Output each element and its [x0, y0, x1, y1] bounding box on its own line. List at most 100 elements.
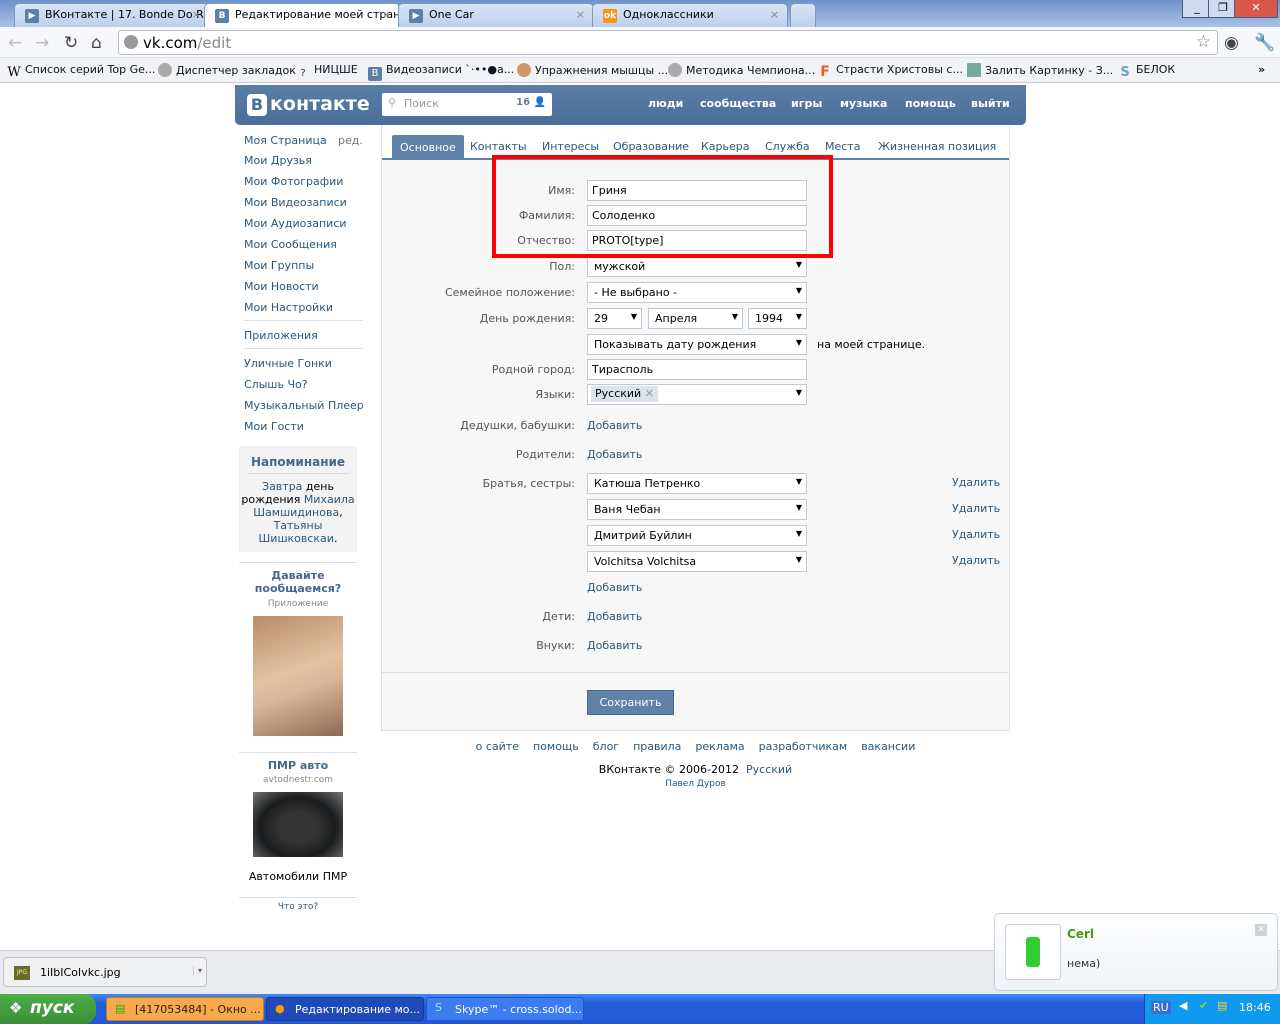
sidebar-app[interactable]: Музыкальный Плеер: [244, 399, 364, 412]
extension-icon[interactable]: ◉: [1224, 33, 1239, 53]
download-item[interactable]: JPG 1iIbICoIvkc.jpg ▾: [3, 957, 207, 987]
sidebar-item-friends[interactable]: Мои Друзья: [244, 154, 312, 167]
close-icon[interactable]: ×: [192, 8, 201, 21]
home-icon[interactable]: ⌂: [91, 33, 102, 53]
close-icon[interactable]: ✕: [1255, 924, 1267, 936]
add-child-link[interactable]: Добавить: [587, 610, 642, 623]
save-button[interactable]: Сохранить: [587, 690, 674, 715]
bookmark[interactable]: Упражнения мышцы ...: [517, 63, 668, 77]
windows-logo-icon: ❖: [9, 999, 23, 1017]
remove-icon[interactable]: ✕: [645, 387, 654, 400]
add-sibling-link[interactable]: Добавить: [587, 581, 642, 594]
bookmark[interactable]: S БЕЛОК: [1118, 63, 1175, 80]
address-bar[interactable]: vk.com/edit ☆: [118, 30, 1218, 55]
wrench-icon[interactable]: 🔧: [1254, 33, 1275, 53]
sidebar-item-news[interactable]: Мои Новости: [244, 280, 319, 293]
birth-month-select[interactable]: Апреля: [648, 308, 743, 329]
browser-tab[interactable]: ▶ One Car ×: [398, 3, 594, 27]
sibling-select[interactable]: Дмитрий Буйлин: [587, 525, 807, 546]
remove-sibling-link[interactable]: Удалить: [952, 502, 1000, 515]
birth-day-select[interactable]: 29: [587, 308, 642, 329]
hometown-input[interactable]: Тирасполь: [587, 359, 807, 380]
taskbar-item[interactable]: ▤ [417053484] - Окно ...: [106, 997, 264, 1021]
taskbar-item[interactable]: ● Редактирование мо...: [266, 997, 424, 1021]
close-icon[interactable]: ×: [770, 8, 779, 21]
tab-contacts[interactable]: Контакты: [470, 140, 527, 153]
reload-icon[interactable]: ↻: [64, 33, 78, 53]
nav-games[interactable]: игры: [791, 97, 822, 110]
sibling-select[interactable]: Катюша Петренко: [587, 473, 807, 494]
sidebar-app[interactable]: Мои Гости: [244, 420, 304, 433]
sidebar-item-photos[interactable]: Мои Фотографии: [244, 175, 343, 188]
browser-tab-active[interactable]: B Редактирование моей страни ×: [204, 3, 400, 27]
tab-education[interactable]: Образование: [613, 140, 689, 153]
nav-music[interactable]: музыка: [840, 97, 887, 110]
ad-image[interactable]: [253, 616, 343, 736]
start-button[interactable]: ❖ пуск: [0, 994, 96, 1024]
taskbar-item[interactable]: S Skype™ - cross.solod...: [426, 997, 584, 1021]
sidebar-item-my-page[interactable]: Моя Страница: [244, 134, 327, 147]
nav-people[interactable]: люди: [648, 97, 683, 110]
expand-tray-icon[interactable]: ◀: [1179, 999, 1187, 1012]
tab-life-position[interactable]: Жизненная позиция: [878, 140, 996, 153]
star-icon[interactable]: ☆: [1196, 32, 1211, 52]
bookmark[interactable]: Залить Картинку - З...: [967, 63, 1113, 77]
birth-year-select[interactable]: 1994: [748, 308, 807, 329]
ad-block[interactable]: ПМР авто avtodnestr.com Автомобили ПМР: [239, 759, 357, 883]
sidebar-item-groups[interactable]: Мои Группы: [244, 259, 314, 272]
bookmark[interactable]: ? НИЦШЕ: [296, 63, 357, 81]
browser-tab[interactable]: ▶ ВКонтакте | 17. Bonde Do Ro ×: [14, 3, 210, 27]
skype-notification[interactable]: Cerl нема) ✕: [994, 913, 1278, 991]
sidebar-item-audio[interactable]: Мои Аудиозаписи: [244, 217, 347, 230]
tab-service[interactable]: Служба: [765, 140, 810, 153]
relationship-select[interactable]: - Не выбрано -: [587, 282, 807, 303]
add-parent-link[interactable]: Добавить: [587, 448, 642, 461]
nav-help[interactable]: помощь: [905, 97, 956, 110]
sidebar-item-videos[interactable]: Мои Видеозаписи: [244, 196, 347, 209]
remove-sibling-link[interactable]: Удалить: [952, 554, 1000, 567]
sidebar-item-messages[interactable]: Мои Сообщения: [244, 238, 337, 251]
sidebar-item-settings[interactable]: Мои Настройки: [244, 301, 333, 314]
bookmark[interactable]: Методика Чемпиона...: [668, 63, 815, 77]
forward-icon[interactable]: →: [35, 33, 49, 53]
browser-tab[interactable]: ok Одноклассники ×: [592, 3, 788, 27]
search-input[interactable]: ⚲ Поиск 16 👤: [382, 93, 552, 116]
new-tab-button[interactable]: [790, 3, 816, 27]
remove-sibling-link[interactable]: Удалить: [952, 528, 1000, 541]
bookmarks-more[interactable]: »: [1258, 63, 1265, 76]
sibling-select[interactable]: Volchitsa Volchitsa: [587, 551, 807, 572]
notes-icon[interactable]: ▤: [1217, 999, 1227, 1012]
sidebar-item-apps[interactable]: Приложения: [244, 329, 318, 342]
sex-select[interactable]: мужской: [587, 256, 807, 277]
tab-places[interactable]: Места: [825, 140, 860, 153]
chevron-down-icon[interactable]: ▾: [192, 966, 202, 975]
bookmark[interactable]: B Видеозаписи `·••●a...: [368, 63, 514, 81]
edit-link[interactable]: ред.: [338, 134, 363, 147]
tab-main[interactable]: Основное: [392, 135, 464, 158]
back-icon[interactable]: ←: [8, 33, 22, 53]
skype-status-icon[interactable]: ✔: [1199, 999, 1208, 1012]
vk-logo[interactable]: Вконтакте: [247, 93, 370, 116]
bookmark[interactable]: Диспетчер закладок: [158, 63, 296, 77]
close-window-button[interactable]: ✕: [1234, 0, 1278, 18]
bookmark[interactable]: F Страсти Христовы с...: [818, 63, 963, 79]
tab-interests[interactable]: Интересы: [542, 140, 599, 153]
nav-communities[interactable]: сообщества: [700, 97, 776, 110]
ad-block[interactable]: Давайте пообщаемся? Приложение: [239, 569, 357, 736]
sidebar-app[interactable]: Уличные Гонки: [244, 357, 332, 370]
tab-career[interactable]: Карьера: [701, 140, 750, 153]
close-icon[interactable]: ×: [576, 8, 585, 21]
add-grandchild-link[interactable]: Добавить: [587, 639, 642, 652]
remove-sibling-link[interactable]: Удалить: [952, 476, 1000, 489]
close-icon[interactable]: ×: [382, 8, 391, 21]
bookmark[interactable]: W Список серий Top Ge...: [7, 63, 155, 80]
birthday-visibility-select[interactable]: Показывать дату рождения: [587, 334, 807, 355]
ad-car-image[interactable]: [253, 792, 343, 857]
what-is-this-link[interactable]: Что это?: [239, 902, 357, 912]
nav-logout[interactable]: выйти: [971, 97, 1010, 110]
add-grandparent-link[interactable]: Добавить: [587, 419, 642, 432]
language-indicator[interactable]: RU: [1151, 1001, 1171, 1014]
sidebar-app[interactable]: Слышь Чо?: [244, 378, 308, 391]
languages-select[interactable]: Русский ✕: [587, 384, 807, 405]
sibling-select[interactable]: Ваня Чебан: [587, 499, 807, 520]
